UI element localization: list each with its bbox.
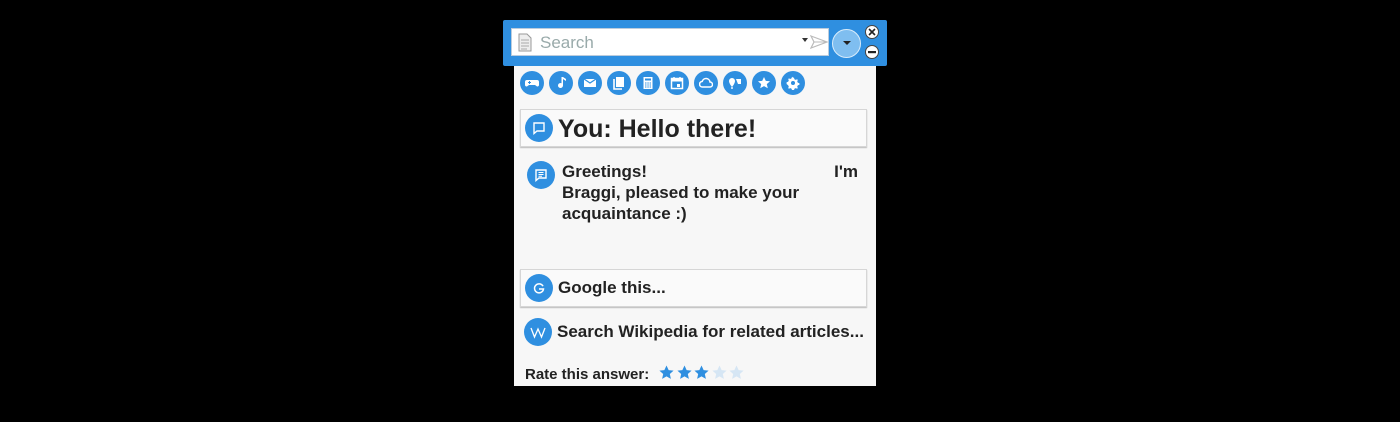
document-icon: [518, 33, 532, 52]
close-button[interactable]: [865, 25, 879, 39]
cloud-button[interactable]: [694, 71, 718, 95]
google-this-label: Google this...: [558, 278, 666, 297]
reply-line: Greetings!: [562, 162, 648, 181]
library-button[interactable]: [607, 71, 631, 95]
rating-star-5[interactable]: [729, 365, 744, 380]
chevron-down-icon: [843, 41, 851, 45]
reply-line: Braggi, pleased to make your: [562, 183, 800, 202]
games-button[interactable]: [520, 71, 544, 95]
search-box: [511, 28, 829, 56]
chat-message-icon: [535, 169, 547, 182]
google-icon: [533, 283, 545, 294]
assistant-avatar: [527, 161, 555, 189]
star-icon: [758, 77, 770, 89]
calendar-icon: [670, 77, 684, 90]
menu-dropdown-button[interactable]: [832, 29, 861, 58]
send-icon[interactable]: [810, 34, 828, 50]
user-message-card: You: Hello there!: [520, 109, 867, 147]
user-avatar: [525, 114, 553, 142]
search-input[interactable]: [540, 32, 790, 54]
gear-icon: [786, 76, 800, 90]
results-panel: You: Hello there! Greetings! I'm Braggi,…: [514, 66, 876, 386]
search-history-dropdown[interactable]: [802, 38, 808, 42]
library-icon: [613, 77, 624, 90]
google-badge: [525, 274, 553, 302]
calculator-button[interactable]: [636, 71, 660, 95]
minimize-icon: [868, 51, 876, 54]
wikipedia-label: Search Wikipedia for related articles...: [557, 322, 864, 341]
reply-line: I'm: [834, 162, 858, 181]
rating-star-2[interactable]: [676, 365, 692, 380]
cloud-icon: [699, 77, 713, 88]
wikipedia-badge: [524, 318, 552, 346]
calendar-button[interactable]: [665, 71, 689, 95]
settings-button[interactable]: [781, 71, 805, 95]
mail-button[interactable]: [578, 71, 602, 95]
wikipedia-search-row[interactable]: Search Wikipedia for related articles...: [520, 315, 867, 351]
chat-bubble-icon: [533, 122, 545, 135]
close-icon: [868, 28, 876, 36]
minimize-button[interactable]: [865, 45, 879, 59]
favorites-button[interactable]: [752, 71, 776, 95]
wikipedia-icon: [530, 327, 546, 339]
search-bar-frame: [503, 20, 887, 66]
maps-button[interactable]: [723, 71, 747, 95]
google-this-card[interactable]: Google this...: [520, 269, 867, 307]
music-button[interactable]: [549, 71, 573, 95]
mail-icon: [583, 78, 597, 87]
gamepad-icon: [525, 80, 539, 87]
maps-icon: [729, 78, 741, 89]
user-message: You: Hello there!: [558, 115, 757, 143]
reply-line: acquaintance :): [562, 204, 687, 223]
calculator-icon: [643, 77, 653, 89]
rating-star-1[interactable]: [659, 365, 674, 380]
rate-label: Rate this answer:: [525, 366, 650, 383]
music-icon: [558, 77, 566, 88]
rating-star-4[interactable]: [711, 365, 727, 380]
assistant-reply: Greetings! I'm Braggi, pleased to make y…: [562, 161, 858, 224]
rating-star-3[interactable]: [694, 365, 709, 380]
